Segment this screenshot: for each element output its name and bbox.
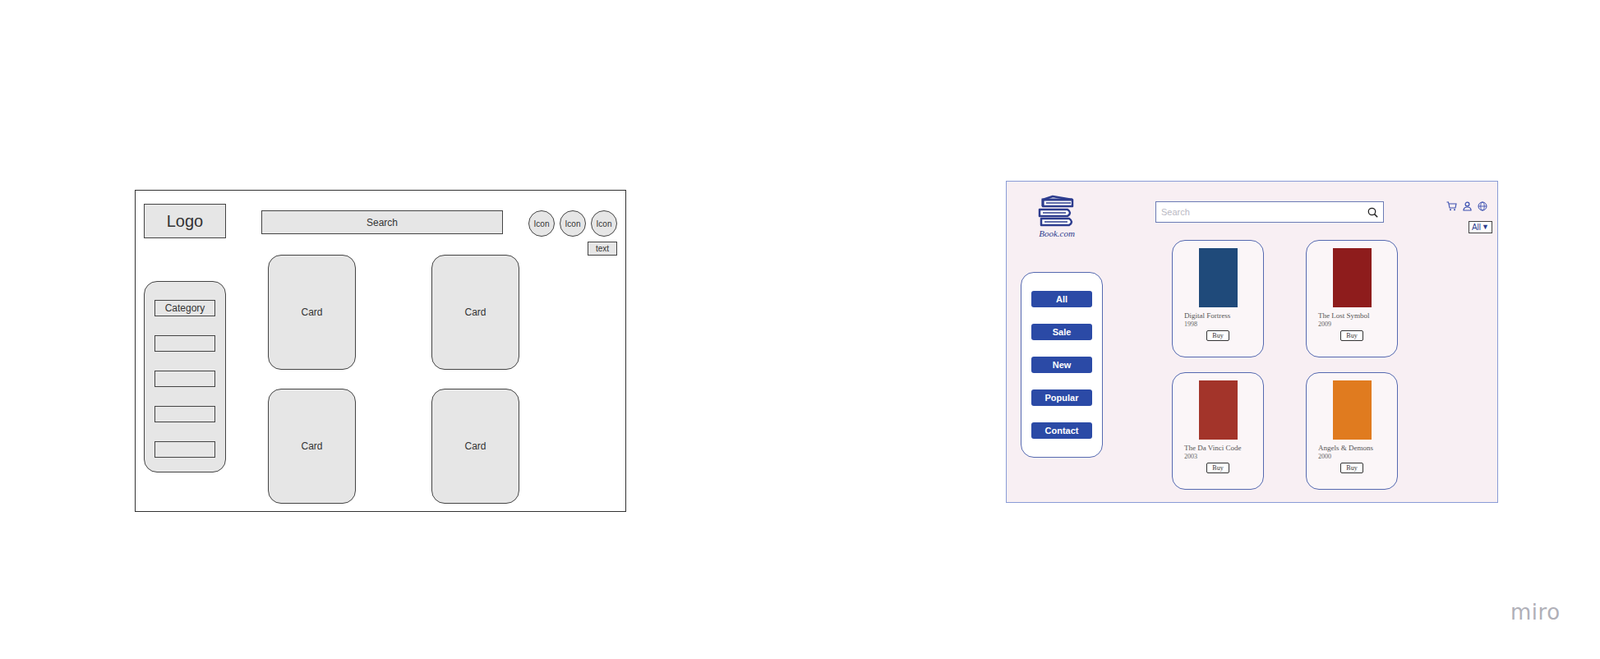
mockup-frame: Book.comSearchAll▼AllSaleNewPopularConta… <box>1005 180 1499 503</box>
header-actions: All▼ <box>1446 201 1493 234</box>
wireframe-category <box>154 405 216 423</box>
book-cover <box>1198 380 1238 440</box>
wireframe-icon: Icon <box>528 210 555 237</box>
mockup-header: Book.com Search All▼ <box>1020 194 1493 240</box>
book-cover <box>1332 380 1372 440</box>
wireframe-category: Category <box>154 299 216 317</box>
wireframe-sidebar: Category <box>143 281 226 473</box>
book-year: 1998 <box>1184 320 1198 329</box>
wireframe-card: Card <box>267 254 356 370</box>
wireframe-card-grid: Card Card Card Card <box>267 254 520 504</box>
search-placeholder: Search <box>1161 207 1190 217</box>
buy-button[interactable]: Buy <box>1340 330 1364 342</box>
wireframe-logo: Logo <box>143 203 226 239</box>
magnifier-icon[interactable] <box>1367 207 1379 218</box>
category-button[interactable]: Popular <box>1031 389 1093 406</box>
search-field[interactable]: Search <box>1155 201 1384 223</box>
site-logo[interactable]: Book.com <box>1023 194 1090 240</box>
wireframe-body: Category Card Card Card Card <box>143 254 618 504</box>
book-year: 2000 <box>1318 452 1332 462</box>
wireframe-icons: IconIconIcon <box>528 210 618 237</box>
book-title: The Lost Symbol <box>1318 311 1370 321</box>
category-button[interactable]: Sale <box>1031 323 1093 341</box>
wireframe-search: Search <box>261 210 503 235</box>
site-logo-text: Book.com <box>1038 227 1075 240</box>
book-card: Digital Fortress1998 Buy <box>1171 239 1264 358</box>
wireframe-category <box>154 441 216 458</box>
dropdown-arrow-icon: ▼ <box>1481 221 1490 233</box>
wireframe-header: LogoSearchIconIconIcontext <box>143 203 618 239</box>
globe-icon[interactable] <box>1477 201 1488 212</box>
category-button[interactable]: Contact <box>1031 422 1093 439</box>
buy-button[interactable]: Buy <box>1206 462 1230 474</box>
wireframe-right-group: IconIconIcontext <box>528 210 618 256</box>
buy-button[interactable]: Buy <box>1206 330 1230 342</box>
mockup-body: All Sale New Popular Contact Digital Fortress… <box>1020 239 1493 490</box>
book-cover <box>1332 248 1372 308</box>
book-title: The Da Vinci Code <box>1184 443 1242 453</box>
book-year: 2009 <box>1318 320 1332 329</box>
buy-button[interactable]: Buy <box>1340 462 1364 474</box>
category-button[interactable]: All <box>1031 290 1093 308</box>
book-grid: Digital Fortress1998BuyThe Lost Symbol20… <box>1171 239 1398 490</box>
book-year: 2003 <box>1184 452 1198 462</box>
book-title: Digital Fortress <box>1184 311 1231 321</box>
wireframe-category <box>154 370 216 388</box>
filter-value: All <box>1471 221 1481 233</box>
category-button[interactable]: New <box>1031 356 1093 374</box>
wireframe-card: Card <box>267 388 356 504</box>
filter-dropdown[interactable]: All▼ <box>1468 221 1493 234</box>
book-card: Angels & Demons2000 Buy <box>1305 372 1398 490</box>
wireframe-icon: Icon <box>559 210 586 237</box>
category-sidebar: All Sale New Popular Contact <box>1020 272 1103 458</box>
wireframe-text-box: text <box>587 241 618 256</box>
book-cover <box>1198 248 1238 308</box>
user-icon[interactable] <box>1462 201 1472 212</box>
wireframe-frame: LogoSearchIconIconIcontextCategoryCardCa… <box>134 189 627 512</box>
cart-icon[interactable] <box>1446 201 1458 212</box>
miro-watermark: miro <box>1510 599 1561 625</box>
wireframe-card: Card <box>431 254 520 370</box>
board-canvas: LogoSearchIconIconIcontextCategoryCardCa… <box>0 0 1600 659</box>
book-card: The Lost Symbol2009 Buy <box>1305 239 1398 358</box>
books-icon <box>1036 194 1078 228</box>
book-title: Angels & Demons <box>1318 443 1374 453</box>
wireframe-category <box>154 335 216 352</box>
book-card: The Da Vinci Code2003 Buy <box>1171 372 1264 490</box>
header-icons <box>1446 201 1493 212</box>
wireframe-icon: Icon <box>590 210 618 237</box>
wireframe-card: Card <box>431 388 520 504</box>
